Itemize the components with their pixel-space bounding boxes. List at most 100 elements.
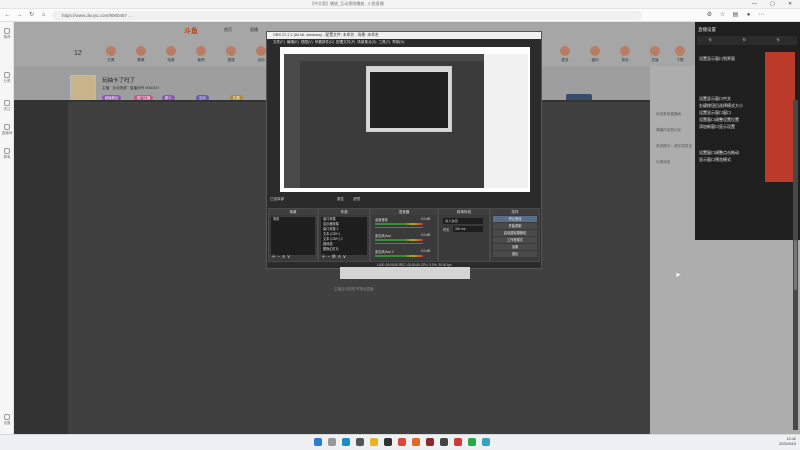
obs-menu-view[interactable]: 视图(V) <box>301 40 313 44</box>
app-icon[interactable] <box>398 438 406 446</box>
chat-line: 系统提示：请文明发言 <box>656 144 692 148</box>
audio-meter <box>375 255 423 257</box>
nav-item-match[interactable]: 赛事 <box>126 46 156 63</box>
panel-line: 设置显示窗口窗口 <box>699 110 731 115</box>
panel-line: 添加新窗口显示设置 <box>699 124 735 129</box>
obs-menu-tools[interactable]: 工具(T) <box>378 40 390 44</box>
obs-menu-edit[interactable]: 编辑(E) <box>287 40 299 44</box>
home-icon[interactable]: ⌂ <box>39 11 48 20</box>
obs-menu-profile[interactable]: 配置文件(P) <box>336 40 355 44</box>
transitions-dock-title: 转场特效 <box>439 209 489 215</box>
settings-button[interactable]: 设置 <box>493 244 537 250</box>
system-clock[interactable]: 10:42 2023/6/19 <box>779 437 796 446</box>
player-control-strip[interactable] <box>340 267 470 279</box>
left-nav-recommend[interactable]: 推荐 <box>0 28 14 40</box>
side-banner-image[interactable] <box>765 52 795 182</box>
scenes-list[interactable]: 场景 <box>271 217 315 255</box>
start-recording-button[interactable]: 开始录制 <box>493 223 537 229</box>
app-icon[interactable] <box>426 438 434 446</box>
nav-item-more[interactable]: 更多 <box>550 46 580 63</box>
scrollbar-thumb[interactable] <box>794 240 797 290</box>
search-icon[interactable] <box>328 438 336 446</box>
panel-line: 设置显示窗口中文 <box>699 96 731 101</box>
nav-item-fishbar[interactable]: 鱼吧 <box>186 46 216 63</box>
obs-icon[interactable] <box>384 438 392 446</box>
virtual-camera-button[interactable]: 启动虚拟摄像机 <box>493 230 537 236</box>
properties-button[interactable]: 属性 <box>337 197 344 202</box>
coin-icon <box>650 46 660 56</box>
stop-streaming-button[interactable]: 停止推流 <box>493 216 537 222</box>
url-input[interactable]: https://www.douyu.com/9060457 ... <box>52 11 642 20</box>
app-icon[interactable] <box>440 438 448 446</box>
duration-input[interactable]: 300 ms <box>453 226 483 232</box>
back-icon[interactable]: ← <box>3 11 12 20</box>
mixer-channel-name: 麦克风/Aux <box>375 234 391 238</box>
nav-home[interactable]: 首页 <box>224 27 232 33</box>
minimize-button[interactable]: — <box>752 0 757 9</box>
heart-icon <box>4 100 10 106</box>
settings-icon <box>4 414 10 420</box>
obs-menu-scenes[interactable]: 场景集合(S) <box>357 40 376 44</box>
app-icon[interactable] <box>468 438 476 446</box>
left-nav-follow[interactable]: 关注 <box>0 100 14 112</box>
app-icon[interactable] <box>412 438 420 446</box>
scenes-buttons[interactable]: ＋ − ∧ ∨ <box>271 253 290 260</box>
nav-item-welfare[interactable]: 福利 <box>580 46 610 63</box>
panel-tab[interactable]: 卡 <box>776 37 780 43</box>
left-nav-room[interactable]: 直播间 <box>0 124 14 136</box>
obs-menu-file[interactable]: 文件(F) <box>273 40 285 44</box>
close-button[interactable]: ✕ <box>788 0 792 9</box>
chat-line: 弹幕内容显示区 <box>656 128 682 132</box>
mixer-channel-db: 0.0 dB <box>421 249 431 253</box>
nav-item-esports[interactable]: 电竞 <box>156 46 186 63</box>
forward-icon[interactable]: → <box>15 11 24 20</box>
sources-buttons[interactable]: ＋ − ⚙ ∧ ∨ <box>321 253 346 260</box>
mixer-channel-db: 0.0 dB <box>421 233 431 237</box>
download-icon <box>675 46 685 56</box>
left-nav-settings[interactable]: 设置 <box>0 414 14 426</box>
obs-menu-docks[interactable]: 停靠部件(D) <box>315 40 334 44</box>
maximize-button[interactable]: ▢ <box>770 0 775 9</box>
source-item[interactable]: 图像幻灯片 <box>321 247 367 252</box>
streamer-avatar[interactable] <box>70 75 96 101</box>
studio-mode-button[interactable]: 工作室模式 <box>493 237 537 243</box>
refresh-icon[interactable]: ↻ <box>27 11 36 20</box>
panel-tab[interactable]: 卡 <box>742 37 746 43</box>
nav-live[interactable]: 直播 <box>250 27 258 33</box>
edge-icon[interactable] <box>342 438 350 446</box>
volume-slider[interactable] <box>375 227 423 228</box>
nav-item-video[interactable]: 视频 <box>216 46 246 63</box>
transition-select[interactable]: 淡入淡出 <box>443 218 483 224</box>
explorer-icon[interactable] <box>370 438 378 446</box>
panel-line: 显示窗口预览模式 <box>699 157 731 162</box>
nav-item-bag[interactable]: 背包 <box>610 46 640 63</box>
app-icon[interactable] <box>482 438 490 446</box>
panel-line: 右键按钮后选择模式大小 <box>699 103 743 108</box>
category-icon <box>4 72 10 78</box>
profile-icon[interactable]: ● <box>744 11 753 20</box>
volume-slider[interactable] <box>375 243 423 244</box>
left-nav-category[interactable]: 分类 <box>0 72 14 84</box>
tab-title[interactable]: 【中文版】播放_互动视频播放 - 小鱼直播 <box>310 1 384 7</box>
collections-icon[interactable]: ▤ <box>731 11 740 20</box>
obs-menu-help[interactable]: 帮助(H) <box>392 40 404 44</box>
category-icon <box>106 46 116 56</box>
sources-list[interactable]: 窗口采集 显示器采集 窗口采集 2 文本 (GDI+) 文本 (GDI+) 2 … <box>321 217 367 255</box>
app-icon[interactable] <box>454 438 462 446</box>
player-footer-text: 主播互动视频 举报此直播 <box>334 287 374 291</box>
nav-item-category[interactable]: 分类 <box>96 46 126 63</box>
favorites-icon[interactable]: ☆ <box>718 11 727 20</box>
nav-item-download[interactable]: 下载 <box>665 46 695 63</box>
scene-item[interactable]: 场景 <box>271 217 315 222</box>
extensions-icon[interactable]: ⚙ <box>705 11 714 20</box>
menu-icon[interactable]: ⋯ <box>757 11 766 20</box>
selected-source-label: 已选择源 <box>270 197 284 201</box>
site-logo[interactable]: 斗鱼 <box>184 26 198 36</box>
start-icon[interactable] <box>314 438 322 446</box>
task-view-icon[interactable] <box>356 438 364 446</box>
exit-button[interactable]: 退出 <box>493 251 537 257</box>
filters-button[interactable]: 滤镜 <box>353 197 360 202</box>
left-nav-match[interactable]: 赛事 <box>0 148 14 160</box>
panel-tab[interactable]: 卡 <box>708 37 712 43</box>
match-icon <box>136 46 146 56</box>
